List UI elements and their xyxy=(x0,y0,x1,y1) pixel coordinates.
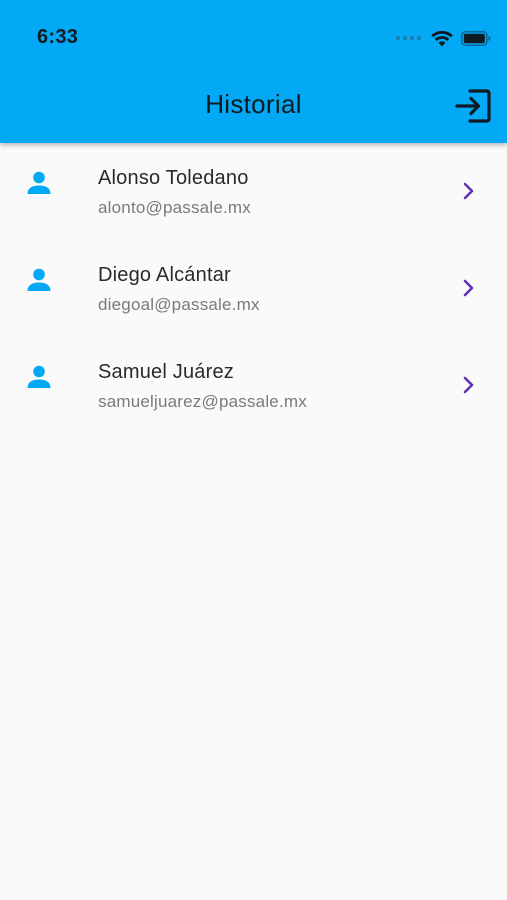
person-icon xyxy=(27,171,51,194)
page-title: Historial xyxy=(205,89,302,119)
user-list: Alonso Toledano alonto@passale.mx Diego … xyxy=(0,143,507,434)
user-name: Alonso Toledano xyxy=(98,167,249,189)
battery-icon xyxy=(461,30,491,46)
user-email: alonto@passale.mx xyxy=(98,198,251,217)
list-item[interactable]: Diego Alcántar diegoal@passale.mx xyxy=(0,240,507,337)
logout-button[interactable] xyxy=(452,86,494,126)
status-time: 6:33 xyxy=(37,26,79,48)
list-item[interactable]: Samuel Juárez samueljuarez@passale.mx xyxy=(0,337,507,434)
wifi-icon xyxy=(431,30,453,46)
chevron-right-icon xyxy=(463,279,474,297)
status-icons xyxy=(396,27,491,49)
user-name: Samuel Juárez xyxy=(98,361,234,383)
person-icon xyxy=(27,365,51,388)
app-bar: 6:33 Historial xyxy=(0,0,507,143)
cellular-signal-icon xyxy=(396,36,421,40)
user-email: samueljuarez@passale.mx xyxy=(98,392,307,411)
list-item[interactable]: Alonso Toledano alonto@passale.mx xyxy=(0,143,507,240)
person-icon xyxy=(27,268,51,291)
chevron-right-icon xyxy=(463,182,474,200)
user-name: Diego Alcántar xyxy=(98,264,231,286)
user-email: diegoal@passale.mx xyxy=(98,295,260,314)
logout-icon xyxy=(455,89,491,123)
chevron-right-icon xyxy=(463,376,474,394)
